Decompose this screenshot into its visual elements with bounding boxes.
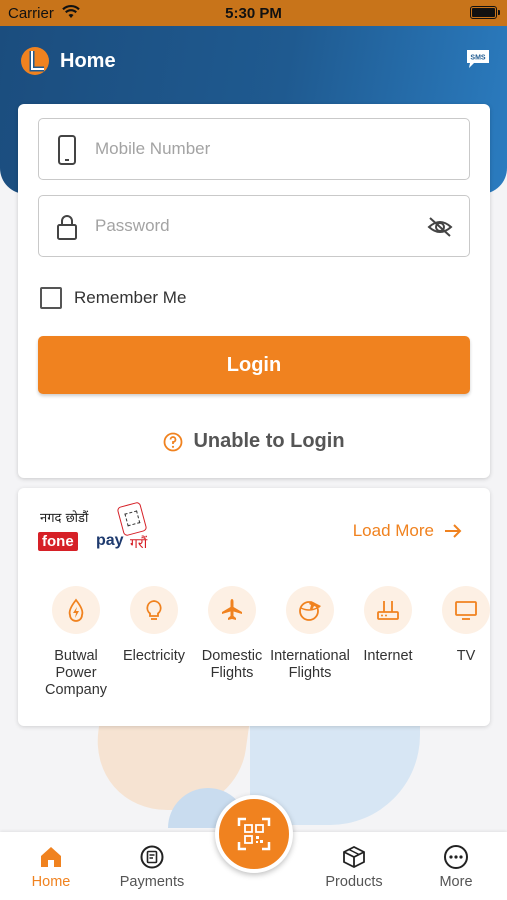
tv-icon	[442, 586, 490, 634]
page-title: Home	[60, 50, 116, 72]
service-domestic-flights[interactable]: Domestic Flights	[192, 586, 272, 682]
password-field[interactable]	[38, 195, 470, 257]
service-label: International Flights	[270, 648, 350, 681]
status-bar: Carrier 5:30 PM	[0, 0, 507, 26]
unable-to-login-link[interactable]: Unable to Login	[18, 430, 490, 453]
nav-home[interactable]: Home	[6, 844, 96, 890]
nav-label: Products	[325, 874, 383, 890]
unable-to-login-label: Unable to Login	[193, 430, 345, 452]
app-logo-icon	[21, 47, 49, 75]
battery-icon	[470, 6, 500, 19]
plane-icon	[208, 586, 256, 634]
password-input[interactable]	[95, 196, 415, 256]
fonepay-promo-logo: नगद छोडौं fone pay गरौं	[38, 501, 158, 560]
remember-me-checkbox[interactable]	[40, 287, 62, 309]
service-butwal-power[interactable]: Butwal Power Company	[36, 586, 116, 699]
help-icon	[164, 432, 183, 451]
service-internet[interactable]: Internet	[348, 586, 428, 665]
bulb-icon	[130, 586, 178, 634]
mobile-number-field[interactable]	[38, 118, 470, 180]
remember-me[interactable]: Remember Me	[40, 286, 186, 310]
qr-scan-icon	[237, 817, 271, 851]
globe-plane-icon	[286, 586, 334, 634]
service-label: Internet	[363, 648, 413, 664]
nav-label: Payments	[119, 874, 185, 890]
service-label: TV	[456, 648, 476, 664]
svg-text:SMS: SMS	[470, 55, 486, 62]
remember-me-label: Remember Me	[74, 288, 187, 307]
nav-label: Home	[31, 874, 71, 890]
arrow-right-icon	[445, 524, 462, 538]
service-tv[interactable]: TV	[426, 586, 490, 665]
nav-products[interactable]: Products	[309, 844, 399, 890]
nav-more[interactable]: More	[411, 844, 501, 890]
eye-off-icon[interactable]	[427, 215, 453, 239]
router-icon	[364, 586, 412, 634]
phone-icon	[58, 135, 76, 165]
qr-scan-button[interactable]	[215, 795, 293, 873]
sms-icon[interactable]: SMS	[465, 48, 491, 70]
clock: 5:30 PM	[225, 5, 282, 22]
login-button[interactable]: Login	[38, 336, 470, 394]
nav-label: More	[439, 874, 473, 890]
mobile-number-input[interactable]	[95, 119, 415, 179]
bolt-drop-icon	[52, 586, 100, 634]
services-card: नगद छोडौं fone pay गरौं Load More Butwal…	[18, 488, 490, 726]
service-label: Butwal Power Company	[44, 648, 108, 698]
payments-icon	[140, 845, 164, 869]
more-icon	[444, 845, 468, 869]
lock-icon	[57, 215, 77, 240]
service-label: Electricity	[122, 648, 186, 664]
service-international-flights[interactable]: International Flights	[270, 586, 350, 682]
login-card: Remember Me Login Unable to Login	[18, 104, 490, 478]
home-icon	[41, 847, 61, 867]
service-label: Domestic Flights	[201, 648, 263, 681]
nav-payments[interactable]: Payments	[107, 844, 197, 890]
load-more-link[interactable]: Load More	[353, 521, 462, 541]
services-list: Butwal Power Company Electricity Domesti…	[36, 586, 490, 716]
box-icon	[343, 845, 365, 869]
load-more-label: Load More	[352, 521, 434, 540]
service-electricity[interactable]: Electricity	[114, 586, 194, 665]
